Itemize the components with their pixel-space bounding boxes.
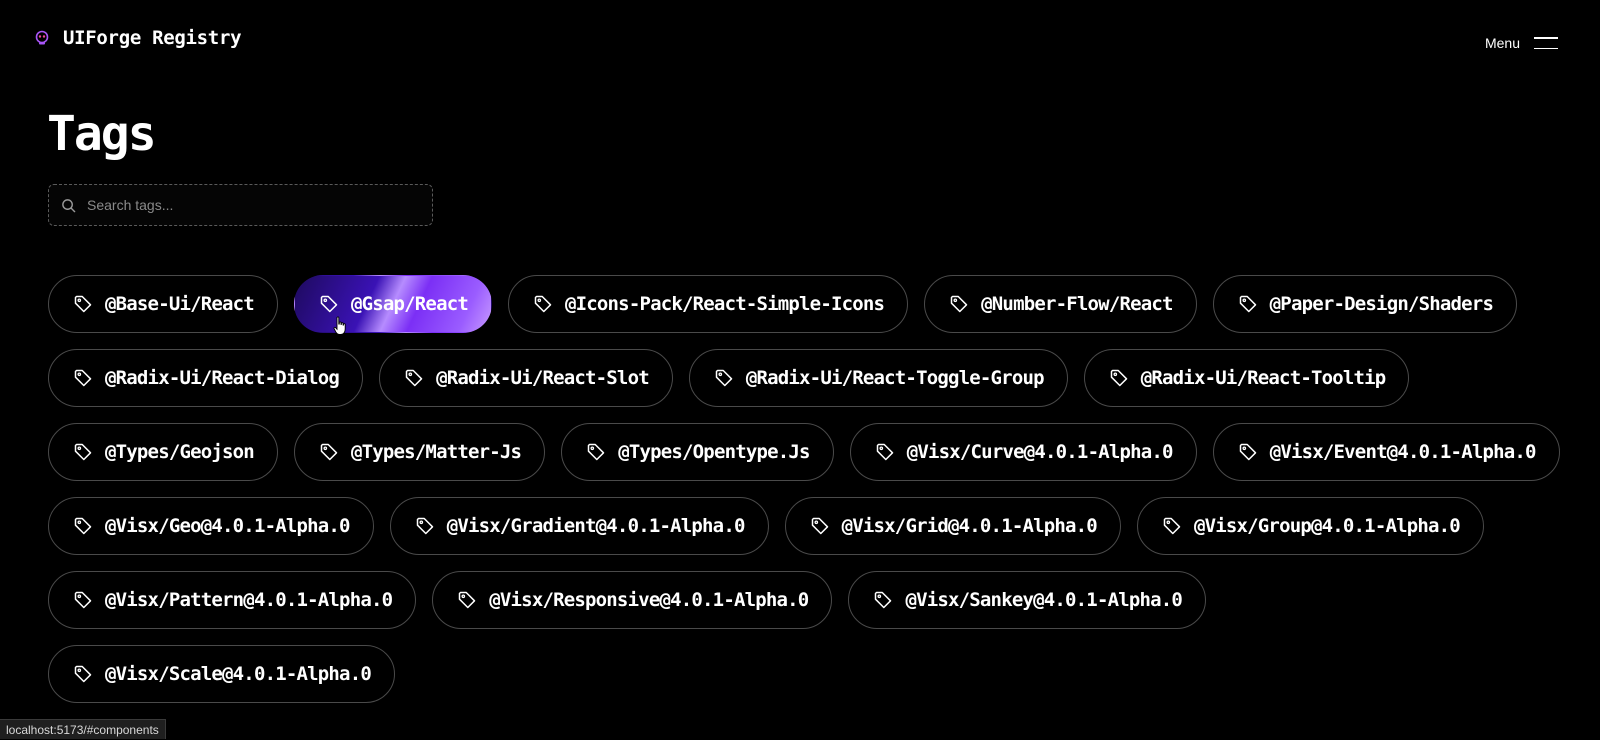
hamburger-icon [1534,37,1558,49]
tag-icon [415,516,435,536]
tag-pill[interactable]: @Radix-Ui/React-Toggle-Group [689,349,1068,407]
tag-icon [73,442,93,462]
tag-icon [73,294,93,314]
tag-label: @Visx/Pattern@4.0.1-Alpha.0 [105,589,392,611]
tag-pill[interactable]: @Types/Matter-Js [294,423,545,481]
tag-pill[interactable]: @Visx/Event@4.0.1-Alpha.0 [1213,423,1560,481]
tag-label: @Visx/Scale@4.0.1-Alpha.0 [105,663,371,685]
tag-label: @Visx/Responsive@4.0.1-Alpha.0 [489,589,808,611]
tag-label: @Gsap/React [351,293,468,315]
tag-icon [73,368,93,388]
tag-icon [586,442,606,462]
tag-label: @Visx/Gradient@4.0.1-Alpha.0 [447,515,745,537]
tag-icon [714,368,734,388]
tag-list: @Base-Ui/React @Gsap/React @Icons-Pack/Rea… [48,275,1568,703]
tag-pill[interactable]: @Gsap/React [294,275,492,333]
tag-pill[interactable]: @Types/Geojson [48,423,278,481]
tag-pill[interactable]: @Visx/Curve@4.0.1-Alpha.0 [850,423,1197,481]
tag-pill[interactable]: @Number-Flow/React [924,275,1197,333]
tag-pill[interactable]: @Visx/Grid@4.0.1-Alpha.0 [785,497,1121,555]
tag-label: @Visx/Geo@4.0.1-Alpha.0 [105,515,350,537]
tag-icon [73,516,93,536]
tag-pill[interactable]: @Radix-Ui/React-Slot [379,349,673,407]
tag-pill[interactable]: @Visx/Group@4.0.1-Alpha.0 [1137,497,1484,555]
tag-icon [1162,516,1182,536]
tag-pill[interactable]: @Visx/Pattern@4.0.1-Alpha.0 [48,571,416,629]
tag-label: @Visx/Sankey@4.0.1-Alpha.0 [905,589,1182,611]
tag-icon [1238,442,1258,462]
tag-icon [875,442,895,462]
tag-icon [319,294,339,314]
tag-label: @Visx/Curve@4.0.1-Alpha.0 [907,441,1173,463]
tag-pill[interactable]: @Base-Ui/React [48,275,278,333]
tag-label: @Number-Flow/React [981,293,1173,315]
tag-icon [457,590,477,610]
tag-label: @Visx/Event@4.0.1-Alpha.0 [1270,441,1536,463]
tag-pill[interactable]: @Icons-Pack/React-Simple-Icons [508,275,908,333]
search-input[interactable] [85,196,405,214]
tag-icon [949,294,969,314]
tag-icon [533,294,553,314]
tag-icon [810,516,830,536]
tag-icon [1238,294,1258,314]
tag-icon [73,590,93,610]
tag-pill[interactable]: @Visx/Geo@4.0.1-Alpha.0 [48,497,374,555]
header: UIForge Registry Menu [0,0,1600,80]
tag-label: @Visx/Grid@4.0.1-Alpha.0 [842,515,1097,537]
tag-label: @Radix-Ui/React-Dialog [105,367,339,389]
tag-label: @Paper-Design/Shaders [1270,293,1493,315]
search-icon [61,198,76,213]
tag-pill[interactable]: @Visx/Sankey@4.0.1-Alpha.0 [848,571,1206,629]
tag-label: @Types/Matter-Js [351,441,521,463]
logo-icon[interactable] [34,30,50,46]
tag-icon [73,664,93,684]
tag-pill[interactable]: @Paper-Design/Shaders [1213,275,1517,333]
tag-pill[interactable]: @Visx/Scale@4.0.1-Alpha.0 [48,645,395,703]
tag-icon [404,368,424,388]
tag-pill[interactable]: @Visx/Gradient@4.0.1-Alpha.0 [390,497,769,555]
brand-name[interactable]: UIForge Registry [63,27,241,49]
tag-pill[interactable]: @Visx/Responsive@4.0.1-Alpha.0 [432,571,832,629]
tag-icon [1109,368,1129,388]
tag-pill[interactable]: @Radix-Ui/React-Dialog [48,349,363,407]
menu-button[interactable]: Menu [1485,35,1558,51]
tag-label: @Radix-Ui/React-Toggle-Group [746,367,1044,389]
tag-label: @Radix-Ui/React-Tooltip [1141,367,1386,389]
tag-pill[interactable]: @Radix-Ui/React-Tooltip [1084,349,1410,407]
tag-label: @Visx/Group@4.0.1-Alpha.0 [1194,515,1460,537]
menu-label: Menu [1485,35,1520,51]
tag-label: @Types/Opentype.Js [618,441,810,463]
tag-pill[interactable]: @Types/Opentype.Js [561,423,834,481]
tag-label: @Icons-Pack/React-Simple-Icons [565,293,884,315]
status-bar-url: localhost:5173/#components [0,719,166,739]
tag-label: @Base-Ui/React [105,293,254,315]
tag-icon [319,442,339,462]
page-title: Tags [47,106,155,162]
tag-label: @Types/Geojson [105,441,254,463]
tag-icon [873,590,893,610]
search-box[interactable] [48,184,433,226]
tag-label: @Radix-Ui/React-Slot [436,367,649,389]
